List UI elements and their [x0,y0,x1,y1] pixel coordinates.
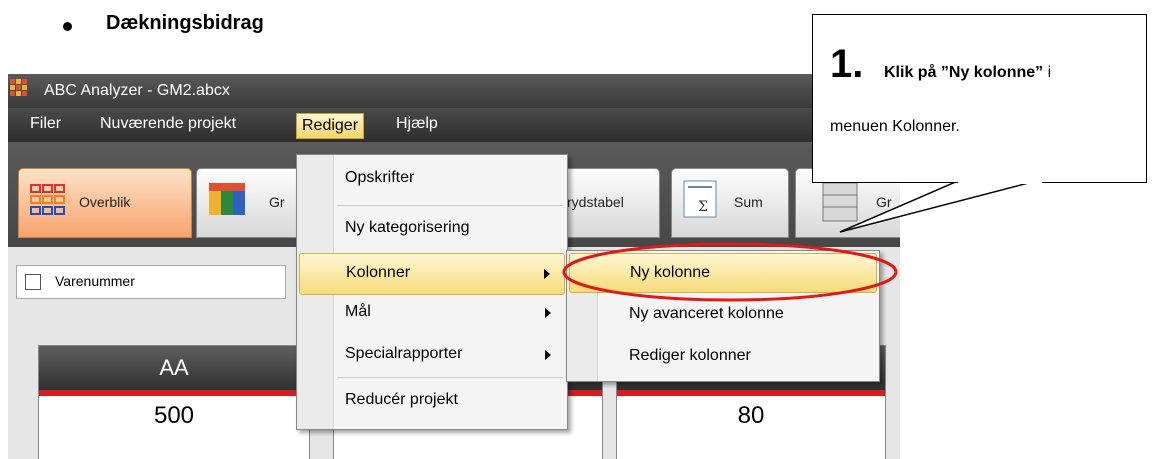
callout-suffix: i [1043,64,1052,81]
callout-number: 1. [830,42,864,86]
callout-line2: menuen Kolonner. [830,118,960,135]
callout-bold: Klik på ”Ny kolonne” [884,64,1044,81]
callout-instruction: Klik på ”Ny kolonne” i [884,64,1051,82]
callout-box [812,14,1147,183]
highlight-ring [562,242,898,302]
callout-pointer [839,179,1041,233]
